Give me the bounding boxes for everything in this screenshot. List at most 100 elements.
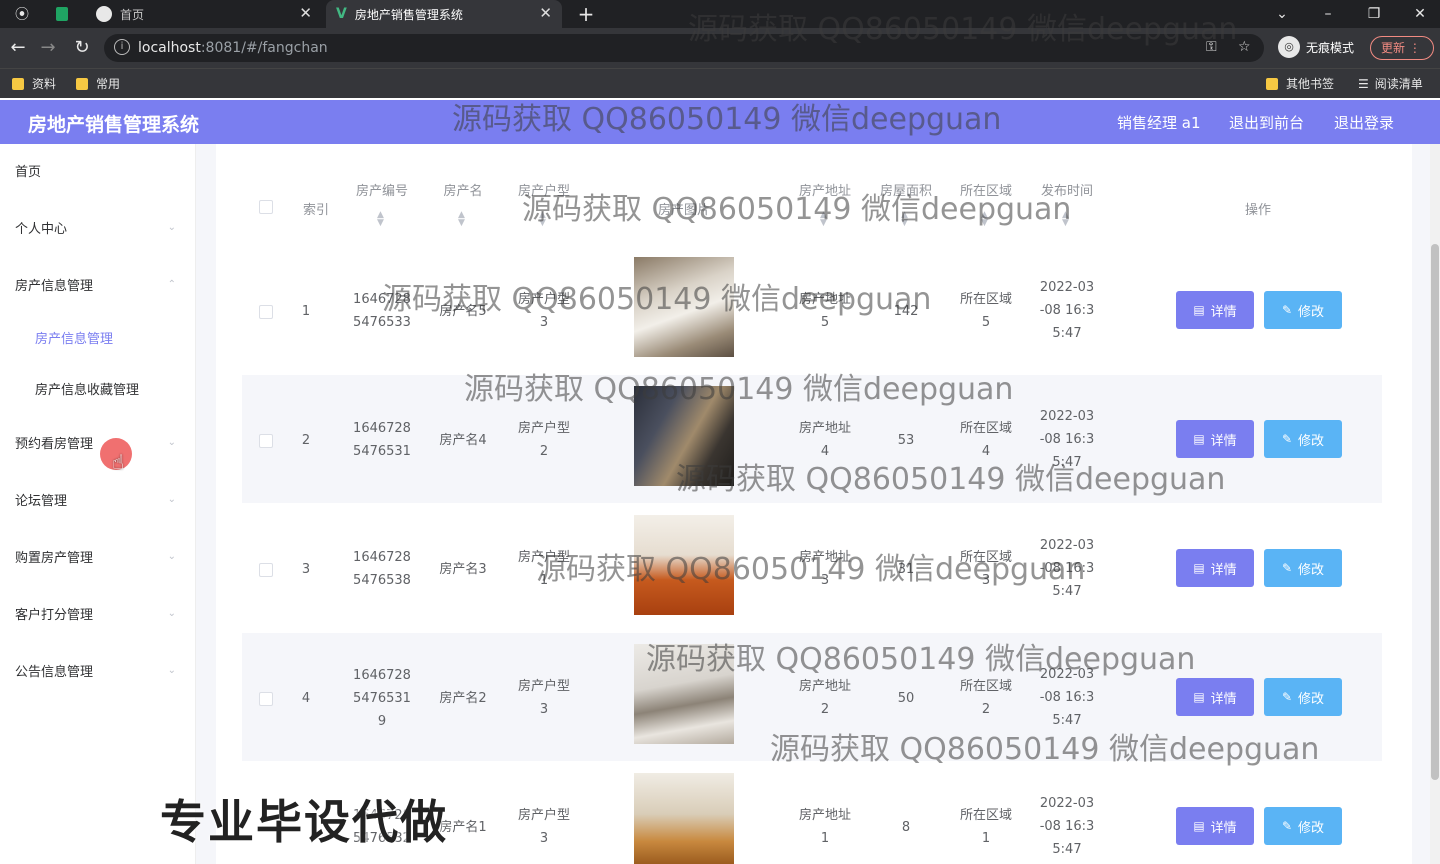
vue-icon: V: [336, 6, 347, 22]
close-icon[interactable]: ✕: [539, 4, 552, 22]
detail-button[interactable]: ▤ 详情: [1176, 549, 1254, 587]
col-code[interactable]: 房产编号: [346, 180, 418, 199]
property-image[interactable]: [634, 773, 734, 864]
edit-button[interactable]: ✎ 修改: [1264, 291, 1342, 329]
chevron-down-icon[interactable]: ⌄: [1270, 0, 1294, 28]
edit-button[interactable]: ✎ 修改: [1264, 549, 1342, 587]
row-index: 2: [301, 433, 311, 448]
row-address: 房产地址 3: [798, 550, 851, 588]
chrome-menu-icon[interactable]: ⦿: [10, 0, 34, 28]
edit-button[interactable]: ✎ 修改: [1264, 807, 1342, 845]
other-bookmarks[interactable]: 其他书签: [1266, 75, 1334, 92]
sort-icon[interactable]: ▲ ▼: [820, 211, 827, 228]
col-address[interactable]: 房产地址: [790, 180, 860, 199]
sidebar-item-forum[interactable]: 论坛管理 ⌄: [0, 479, 196, 519]
row-type: 房产户型 3: [517, 292, 570, 330]
sort-icon[interactable]: ▲ ▼: [981, 211, 988, 228]
row-area: 142: [893, 304, 919, 319]
sidebar-item-rating[interactable]: 客户打分管理 ⌄: [0, 593, 196, 633]
edit-button[interactable]: ✎ 修改: [1264, 420, 1342, 458]
sort-icon[interactable]: ▲ ▼: [901, 211, 908, 228]
tab-app[interactable]: V 房地产销售管理系统 ✕: [326, 0, 562, 28]
pencil-icon: ✎: [1281, 303, 1293, 317]
row-name: 房产名2: [439, 691, 487, 706]
property-image[interactable]: [634, 644, 734, 744]
row-area: 31: [897, 562, 915, 577]
row-time: 2022-03 -08 16:3 5:47: [1039, 796, 1095, 857]
row-checkbox[interactable]: [259, 692, 273, 706]
sidebar-item-notice[interactable]: 公告信息管理 ⌄: [0, 650, 196, 690]
promo-banner: 专业毕设代做: [160, 795, 448, 849]
update-button[interactable]: 更新 ⋮: [1370, 36, 1434, 60]
col-area[interactable]: 房屋面积: [870, 180, 942, 199]
sidebar-item-viewing[interactable]: 预约看房管理 ⌄: [0, 422, 196, 462]
info-icon[interactable]: i: [114, 39, 130, 55]
col-time[interactable]: 发布时间: [1030, 180, 1104, 199]
minimize-icon[interactable]: –: [1316, 0, 1340, 28]
row-checkbox[interactable]: [259, 305, 273, 319]
property-image[interactable]: [634, 257, 734, 357]
logout-link[interactable]: 退出登录: [1334, 112, 1394, 133]
row-address: 房产地址 5: [798, 292, 851, 330]
chevron-up-icon: ⌃: [167, 278, 176, 290]
sidebar-item-property[interactable]: 房产信息管理 ⌃: [0, 264, 196, 304]
select-all-checkbox[interactable]: [259, 200, 273, 214]
detail-button[interactable]: ▤ 详情: [1176, 678, 1254, 716]
detail-button[interactable]: ▤ 详情: [1176, 291, 1254, 329]
bookmark-folder[interactable]: 常用: [76, 75, 120, 92]
sidebar-item-home[interactable]: 首页: [0, 150, 196, 190]
document-icon: ▤: [1193, 819, 1205, 833]
sidebar: 首页 个人中心 ⌄ 房产信息管理 ⌃ 房产信息管理 房产信息收藏管理 预约看房管理 ⌄…: [0, 144, 196, 864]
scrollbar-thumb[interactable]: [1431, 244, 1439, 780]
incognito-indicator[interactable]: ◎ 无痕模式: [1278, 36, 1354, 58]
reading-list-icon: ☰: [1358, 76, 1369, 91]
sidebar-item-purchase[interactable]: 购置房产管理 ⌄: [0, 536, 196, 576]
incognito-icon: ◎: [1278, 36, 1300, 58]
restore-icon[interactable]: ❐: [1362, 0, 1386, 28]
star-icon[interactable]: ☆: [1238, 39, 1251, 55]
reload-icon[interactable]: ↻: [70, 36, 94, 60]
row-index: 3: [301, 562, 311, 577]
property-image[interactable]: [634, 515, 734, 615]
key-icon[interactable]: ⚿: [1206, 39, 1217, 55]
col-type[interactable]: 房产户型: [508, 180, 580, 199]
bookmark-folder[interactable]: 资料: [12, 75, 56, 92]
globe-icon: [96, 6, 112, 22]
url-input[interactable]: i localhost:8081/#/fangchan ⚿ ☆: [104, 34, 1264, 62]
sort-icon[interactable]: ▲ ▼: [539, 211, 546, 228]
row-region: 所在区域 1: [959, 808, 1012, 846]
row-checkbox[interactable]: [259, 563, 273, 577]
property-image[interactable]: [634, 386, 734, 486]
url-text: localhost:8081/#/fangchan: [138, 40, 328, 56]
new-tab-icon[interactable]: +: [574, 0, 598, 28]
row-region: 所在区域 5: [959, 292, 1012, 330]
col-region[interactable]: 所在区域: [950, 180, 1022, 199]
row-area: 53: [897, 433, 915, 448]
back-icon[interactable]: ←: [6, 36, 30, 60]
col-name[interactable]: 房产名: [428, 180, 498, 199]
edit-button[interactable]: ✎ 修改: [1264, 678, 1342, 716]
detail-button[interactable]: ▤ 详情: [1176, 420, 1254, 458]
document-icon: ▤: [1193, 432, 1205, 446]
close-icon[interactable]: ✕: [299, 4, 312, 22]
to-front-link[interactable]: 退出到前台: [1229, 112, 1304, 133]
row-time: 2022-03 -08 16:3 5:47: [1039, 280, 1095, 341]
window-close-icon[interactable]: ✕: [1408, 0, 1432, 28]
folder-icon: [12, 77, 24, 90]
tab-home[interactable]: 首页 ✕: [86, 0, 322, 28]
row-index: 1: [301, 304, 311, 319]
more-icon: ⋮: [1408, 41, 1421, 55]
sort-icon[interactable]: ▲ ▼: [458, 211, 465, 228]
detail-button[interactable]: ▤ 详情: [1176, 807, 1254, 845]
document-icon: ▤: [1193, 303, 1205, 317]
sidebar-item-profile[interactable]: 个人中心 ⌄: [0, 207, 196, 247]
sort-icon[interactable]: ▲ ▼: [1062, 211, 1069, 228]
sidebar-subitem-property-info[interactable]: 房产信息管理: [0, 317, 196, 357]
sidebar-subitem-property-favorites[interactable]: 房产信息收藏管理: [0, 368, 196, 408]
row-checkbox[interactable]: [259, 434, 273, 448]
sort-icon[interactable]: ▲ ▼: [377, 211, 384, 228]
sheets-icon[interactable]: [50, 0, 74, 28]
pencil-icon: ✎: [1281, 690, 1293, 704]
reading-list[interactable]: ☰ 阅读清单: [1358, 75, 1423, 92]
forward-icon[interactable]: →: [36, 36, 60, 60]
